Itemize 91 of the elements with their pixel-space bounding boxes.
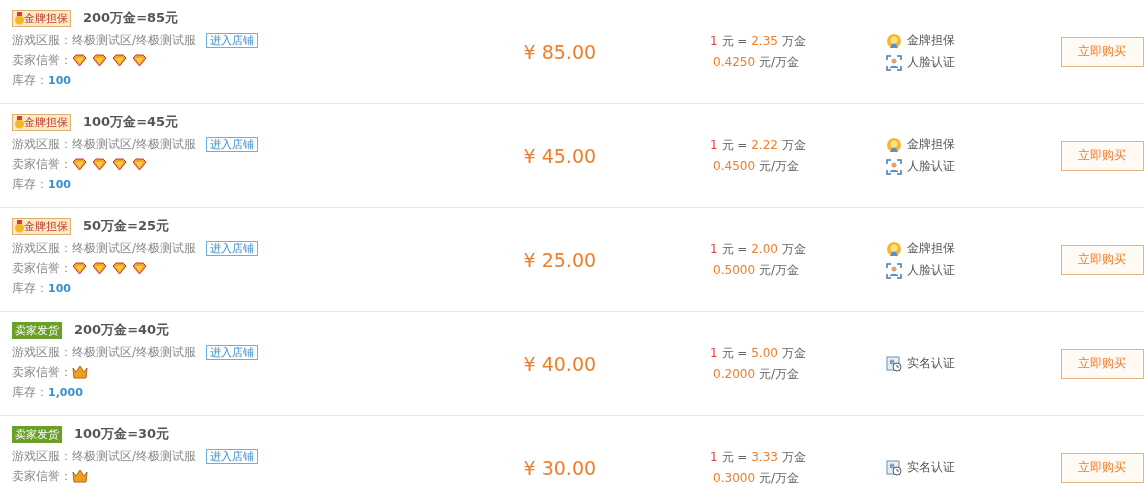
server-label: 游戏区服：	[12, 447, 72, 465]
stock-count: 100	[48, 281, 71, 295]
shop-link[interactable]: 进入店铺	[206, 448, 259, 464]
buy-button[interactable]: 立即购买	[1060, 140, 1144, 171]
badge-label: 卖家发货	[15, 322, 59, 338]
server-name: 终极测试区/终极测试服	[72, 135, 197, 153]
price: ¥ 85.00	[522, 40, 598, 63]
id-clock-icon	[886, 355, 903, 372]
badge-label: 卖家发货	[15, 426, 59, 442]
server-label: 游戏区服：	[12, 343, 72, 361]
listing-title: 50万金=25元	[83, 217, 170, 235]
guarantee-label: 金牌担保	[907, 136, 956, 153]
unit-price: 0.3000 元/万金	[712, 469, 800, 484]
medal-icon	[886, 32, 903, 49]
medal-icon	[15, 115, 24, 129]
diamond-icon	[92, 261, 107, 275]
diamond-icon	[132, 261, 147, 275]
shop-link[interactable]: 进入店铺	[206, 344, 259, 360]
server-label: 游戏区服：	[12, 239, 72, 257]
shop-link[interactable]: 进入店铺	[206, 32, 259, 48]
exchange-rate: 1 元 = 5.00 万金	[710, 344, 807, 362]
badge-label: 金牌担保	[24, 218, 68, 234]
stock-label: 库存：	[12, 279, 48, 297]
crown-icon	[72, 365, 88, 379]
unit-price: 0.5000 元/万金	[712, 261, 800, 279]
medal-icon	[886, 240, 903, 257]
guarantee-label: 人脸认证	[907, 262, 956, 279]
diamond-icon	[112, 261, 127, 275]
medal-icon	[886, 136, 903, 153]
server-name: 终极测试区/终极测试服	[72, 239, 197, 257]
reputation-label: 卖家信誉：	[12, 467, 72, 484]
listing-title: 100万金=45元	[83, 113, 179, 131]
exchange-rate: 1 元 = 2.35 万金	[710, 32, 807, 50]
face-scan-icon	[886, 54, 903, 71]
stock-count: 100	[48, 73, 71, 87]
price: ¥ 30.00	[522, 456, 598, 479]
server-name: 终极测试区/终极测试服	[72, 31, 197, 49]
exchange-rate: 1 元 = 3.33 万金	[710, 448, 807, 466]
reputation-label: 卖家信誉：	[12, 259, 72, 277]
buy-button[interactable]: 立即购买	[1060, 348, 1144, 379]
server-label: 游戏区服：	[12, 31, 72, 49]
unit-price: 0.4250 元/万金	[712, 53, 800, 71]
badge-label: 金牌担保	[24, 114, 68, 130]
guarantee-label: 金牌担保	[907, 240, 956, 257]
reputation-label: 卖家信誉：	[12, 51, 72, 69]
face-scan-icon	[886, 158, 903, 175]
diamond-icon	[112, 53, 127, 67]
exchange-rate: 1 元 = 2.22 万金	[710, 136, 807, 154]
server-name: 终极测试区/终极测试服	[72, 447, 197, 465]
price: ¥ 25.00	[522, 248, 598, 271]
guarantee-label: 实名认证	[907, 459, 956, 476]
diamond-icon	[92, 53, 107, 67]
guarantee-label: 人脸认证	[907, 54, 956, 71]
shop-link[interactable]: 进入店铺	[206, 136, 259, 152]
stock-label: 库存：	[12, 383, 48, 401]
diamond-icon	[132, 157, 147, 171]
medal-icon	[15, 11, 24, 25]
stock-label: 库存：	[12, 71, 48, 89]
buy-button[interactable]: 立即购买	[1060, 244, 1144, 275]
stock-count: 1,000	[48, 385, 83, 399]
price: ¥ 40.00	[522, 352, 598, 375]
diamond-icon	[72, 53, 87, 67]
stock-count: 100	[48, 177, 71, 191]
id-clock-icon	[886, 459, 903, 476]
listing-title: 200万金=40元	[74, 321, 170, 339]
listing-title: 200万金=85元	[83, 9, 179, 27]
stock-label: 库存：	[12, 175, 48, 193]
diamond-icon	[132, 53, 147, 67]
guarantee-label: 金牌担保	[907, 32, 956, 49]
badge-label: 金牌担保	[24, 10, 68, 26]
reputation-label: 卖家信誉：	[12, 363, 72, 381]
diamond-icon	[72, 157, 87, 171]
buy-button[interactable]: 立即购买	[1060, 36, 1144, 67]
exchange-rate: 1 元 = 2.00 万金	[710, 240, 807, 258]
server-label: 游戏区服：	[12, 135, 72, 153]
face-scan-icon	[886, 262, 903, 279]
guarantee-label: 实名认证	[907, 355, 956, 372]
buy-button[interactable]: 立即购买	[1060, 452, 1144, 483]
medal-icon	[15, 219, 24, 233]
unit-price: 0.4500 元/万金	[712, 157, 800, 175]
server-name: 终极测试区/终极测试服	[72, 343, 197, 361]
diamond-icon	[92, 157, 107, 171]
unit-price: 0.2000 元/万金	[712, 365, 800, 383]
guarantee-label: 人脸认证	[907, 158, 956, 175]
listing-title: 100万金=30元	[74, 425, 170, 443]
reputation-label: 卖家信誉：	[12, 155, 72, 173]
diamond-icon	[112, 157, 127, 171]
shop-link[interactable]: 进入店铺	[206, 240, 259, 256]
diamond-icon	[72, 261, 87, 275]
price: ¥ 45.00	[522, 144, 598, 167]
crown-icon	[72, 469, 88, 483]
